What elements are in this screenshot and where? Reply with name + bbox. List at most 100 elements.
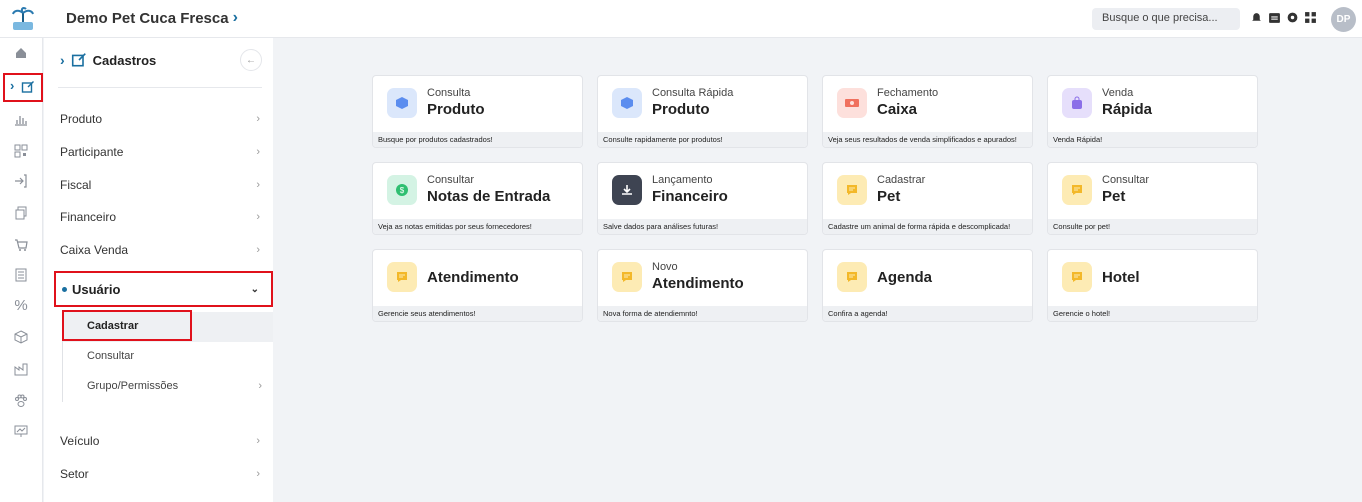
message-icon (387, 262, 417, 292)
cart-icon[interactable] (12, 236, 30, 254)
factory-icon[interactable] (12, 360, 30, 378)
menu-item-participante[interactable]: Participante › (60, 142, 260, 162)
message-icon (1062, 175, 1092, 205)
chevron-right-icon: › (256, 435, 260, 447)
card-footer: Cadastre um animal de forma rápida e des… (823, 219, 1032, 234)
card-atendimento[interactable]: Atendimento Gerencie seus atendimentos! (372, 249, 583, 322)
submenu-item-cadastrar[interactable]: Cadastrar (62, 310, 192, 341)
menu-item-label: Produto (60, 112, 103, 126)
message-icon (1062, 262, 1092, 292)
chevron-right-icon: › (60, 52, 65, 68)
edit-icon (71, 53, 86, 67)
menu-item-setor[interactable]: Setor › (60, 464, 260, 484)
message-icon (837, 262, 867, 292)
menu-item-fiscal[interactable]: Fiscal › (60, 175, 260, 195)
logo-icon[interactable] (10, 6, 36, 32)
card-consulta-rapida-produto[interactable]: Consulta Rápida Produto Consulte rapidam… (597, 75, 808, 148)
presentation-icon[interactable] (12, 422, 30, 440)
login-icon[interactable] (12, 172, 30, 190)
card-footer: Venda Rápida! (1048, 132, 1257, 147)
home-icon[interactable] (12, 44, 30, 62)
chevron-right-icon: › (232, 9, 238, 26)
menu-item-label: Participante (60, 145, 124, 159)
card-footer: Nova forma de atendiemnto! (598, 306, 807, 321)
company-selector[interactable]: Demo Pet Cuca Fresca › (66, 9, 238, 27)
menu-item-financeiro[interactable]: Financeiro › (60, 207, 260, 227)
percent-icon[interactable]: % (12, 296, 30, 314)
submenu-item-label: Grupo/Permissões (87, 380, 179, 392)
card-footer: Consulte rapidamente por produtos! (598, 132, 807, 147)
chevron-right-icon: › (256, 146, 260, 158)
qrcode-icon[interactable] (12, 142, 30, 160)
icon-rail: › % (0, 38, 43, 502)
cube-icon[interactable] (12, 328, 30, 346)
card-consultar-notas-entrada[interactable]: $ Consultar Notas de Entrada Veja as not… (372, 162, 583, 235)
submenu-item-label: Consultar (87, 350, 135, 362)
card-subtitle: Lançamento (652, 174, 713, 186)
card-title: Pet (877, 188, 901, 205)
menu-item-label: Caixa Venda (60, 243, 129, 257)
card-venda-rapida[interactable]: Venda Rápida Venda Rápida! (1047, 75, 1258, 148)
card-footer: Confira a agenda! (823, 306, 1032, 321)
card-footer: Gerencie seus atendimentos! (373, 306, 582, 321)
card-hotel[interactable]: Hotel Gerencie o hotel! (1047, 249, 1258, 322)
box-icon (612, 88, 642, 118)
card-consultar-pet[interactable]: Consultar Pet Consulte por pet! (1047, 162, 1258, 235)
card-title: Produto (652, 101, 710, 118)
card-title: Caixa (877, 101, 918, 118)
bag-icon (1062, 88, 1092, 118)
menu-item-produto[interactable]: Produto › (60, 109, 260, 129)
card-subtitle: Novo (652, 261, 678, 273)
card-title: Atendimento (427, 269, 519, 286)
card-consulta-produto[interactable]: Consulta Produto Busque por produtos cad… (372, 75, 583, 148)
card-subtitle: Consulta Rápida (652, 87, 734, 99)
card-footer: Gerencie o hotel! (1048, 306, 1257, 321)
bell-icon[interactable] (1250, 11, 1263, 24)
card-title: mento (271, 277, 316, 294)
panel-title: Cadastros (92, 52, 157, 68)
card-footer: Busque por produtos cadastrados! (373, 132, 582, 147)
menu-item-veiculo[interactable]: Veículo › (60, 431, 260, 451)
edit-icon (21, 81, 34, 93)
chevron-right-icon: › (256, 179, 260, 191)
paw-icon[interactable] (12, 392, 30, 410)
panel-header: › Cadastros (60, 52, 156, 68)
card-lancamento-financeiro[interactable]: Lançamento Financeiro Salve dados para a… (597, 162, 808, 235)
card-subtitle: Consulta (427, 87, 471, 99)
card-title: te (278, 102, 292, 119)
rail-item-cadastros[interactable]: › (3, 73, 43, 102)
card-title: Rápida (1102, 101, 1153, 118)
chevron-right-icon: › (256, 244, 260, 256)
card-footer: Consulte por pet! (1048, 219, 1257, 234)
menu-item-usuario[interactable]: Usuário ⌄ (54, 271, 273, 307)
card-subtitle: Consultar (1102, 174, 1150, 186)
cadastros-panel: › Cadastros ← Produto › Participante › Fis… (44, 38, 273, 502)
grid-icon[interactable] (1304, 11, 1317, 24)
box-icon (387, 88, 417, 118)
card-title: Hotel (1102, 269, 1140, 286)
search-input[interactable]: Busque o que precisa... (1092, 8, 1240, 30)
card-subtitle: Cadastrar (877, 174, 926, 186)
download-icon (612, 175, 642, 205)
card-footer: Salve dados para análises futuras! (598, 219, 807, 234)
calendar-icon[interactable] (1268, 11, 1281, 24)
chart-icon[interactable] (12, 110, 30, 128)
menu-item-label: Veículo (60, 434, 100, 448)
submenu-item-grupo-permissoes[interactable]: Grupo/Permissões › (87, 380, 262, 392)
submenu-item-consultar[interactable]: Consultar (87, 350, 262, 362)
card-cadastrar-pet[interactable]: Cadastrar Pet Cadastre um animal de form… (822, 162, 1033, 235)
card-agenda[interactable]: Agenda Confira a agenda! (822, 249, 1033, 322)
card-title: trada (274, 189, 311, 206)
menu-item-label: Financeiro (60, 210, 117, 224)
collapse-button[interactable]: ← (240, 49, 262, 71)
card-footer: Veja as notas emitidas por seus forneced… (373, 219, 582, 234)
gear-icon[interactable] (1286, 11, 1299, 24)
card-fechamento-caixa[interactable]: Fechamento Caixa Veja seus resultados de… (822, 75, 1033, 148)
copy-icon[interactable] (12, 204, 30, 222)
chevron-right-icon: › (256, 211, 260, 223)
avatar[interactable]: DP (1331, 7, 1356, 32)
card-novo-atendimento[interactable]: Novo Atendimento Nova forma de atendiemn… (597, 249, 808, 322)
calculator-icon[interactable] (12, 266, 30, 284)
card-title: Notas de Entrada (427, 188, 551, 205)
menu-item-caixa-venda[interactable]: Caixa Venda › (60, 240, 260, 260)
